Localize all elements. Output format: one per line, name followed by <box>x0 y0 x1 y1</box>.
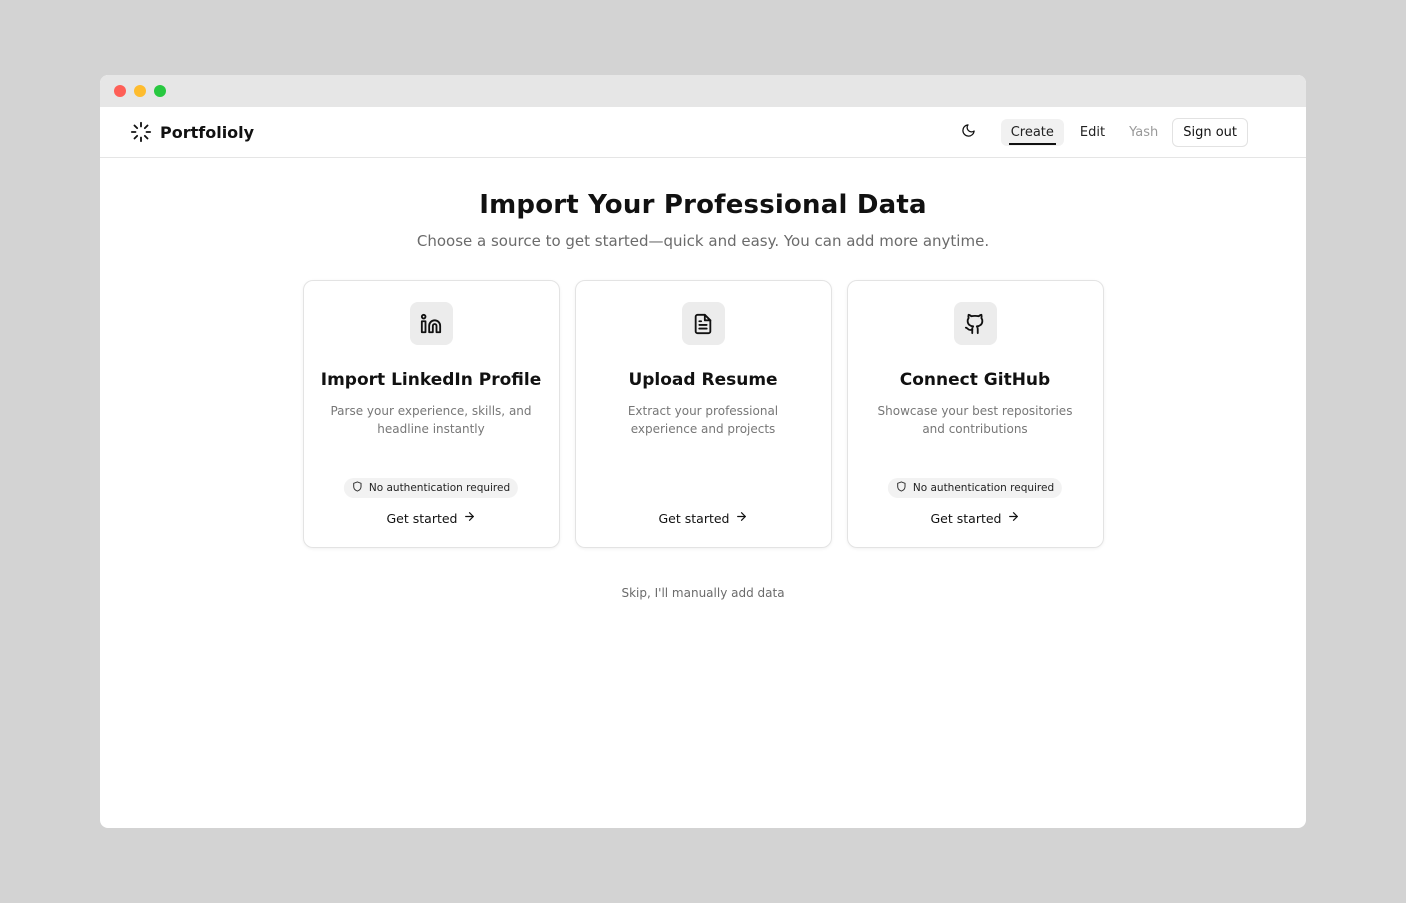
cta-label: Get started <box>658 510 730 526</box>
linkedin-import-card[interactable]: Import LinkedIn Profile Parse your exper… <box>302 280 560 548</box>
github-connect-card[interactable]: Connect GitHub Showcase your best reposi… <box>846 280 1104 548</box>
card-title: Connect GitHub <box>899 370 1051 390</box>
theme-toggle-button[interactable] <box>953 118 985 146</box>
resume-upload-card[interactable]: Upload Resume Extract your professional … <box>574 280 832 548</box>
main-content: Import Your Professional Data Choose a s… <box>100 190 1306 601</box>
no-auth-badge: No authentication required <box>887 478 1063 498</box>
brand-name: Portfolioly <box>160 122 255 142</box>
get-started-link[interactable]: Get started <box>576 510 831 526</box>
github-icon <box>953 302 997 345</box>
card-description: Extract your professional experience and… <box>627 404 779 436</box>
arrow-right-icon <box>1007 510 1020 526</box>
nav-link-edit[interactable]: Edit <box>1070 119 1115 146</box>
card-description: Showcase your best repositories and cont… <box>877 404 1073 436</box>
user-name: Yash <box>1129 124 1159 140</box>
cta-label: Get started <box>386 510 458 526</box>
card-title: Import LinkedIn Profile <box>320 370 542 390</box>
sparkle-burst-icon <box>130 121 152 143</box>
moon-icon <box>961 123 976 142</box>
arrow-right-icon <box>463 510 476 526</box>
import-source-cards: Import LinkedIn Profile Parse your exper… <box>100 280 1306 548</box>
shield-icon <box>896 481 907 495</box>
document-icon <box>681 302 725 345</box>
card-description: Parse your experience, skills, and headl… <box>330 404 532 436</box>
card-title: Upload Resume <box>628 370 778 390</box>
sign-out-button[interactable]: Sign out <box>1172 117 1248 147</box>
no-auth-badge: No authentication required <box>343 478 519 498</box>
brand-logo[interactable]: Portfolioly <box>130 121 254 143</box>
badge-label: No authentication required <box>912 482 1055 494</box>
window-titlebar <box>100 75 1306 107</box>
page-title: Import Your Professional Data <box>479 190 927 220</box>
linkedin-icon <box>409 302 453 345</box>
badge-label: No authentication required <box>368 482 511 494</box>
app-window: Portfolioly Create Edit Yash Sign out Im… <box>100 75 1306 828</box>
close-window-button[interactable] <box>114 85 126 97</box>
get-started-link[interactable]: Get started <box>304 510 559 526</box>
top-navbar: Portfolioly Create Edit Yash Sign out <box>100 107 1306 158</box>
get-started-link[interactable]: Get started <box>848 510 1103 526</box>
page-subtitle: Choose a source to get started—quick and… <box>416 232 990 250</box>
nav-link-create[interactable]: Create <box>1000 118 1064 146</box>
arrow-right-icon <box>735 510 748 526</box>
maximize-window-button[interactable] <box>154 85 166 97</box>
cta-label: Get started <box>930 510 1002 526</box>
nav-actions: Create Edit Yash Sign out <box>953 117 1248 147</box>
skip-manual-link[interactable]: Skip, I'll manually add data <box>621 586 784 600</box>
shield-icon <box>352 481 363 495</box>
minimize-window-button[interactable] <box>134 85 146 97</box>
